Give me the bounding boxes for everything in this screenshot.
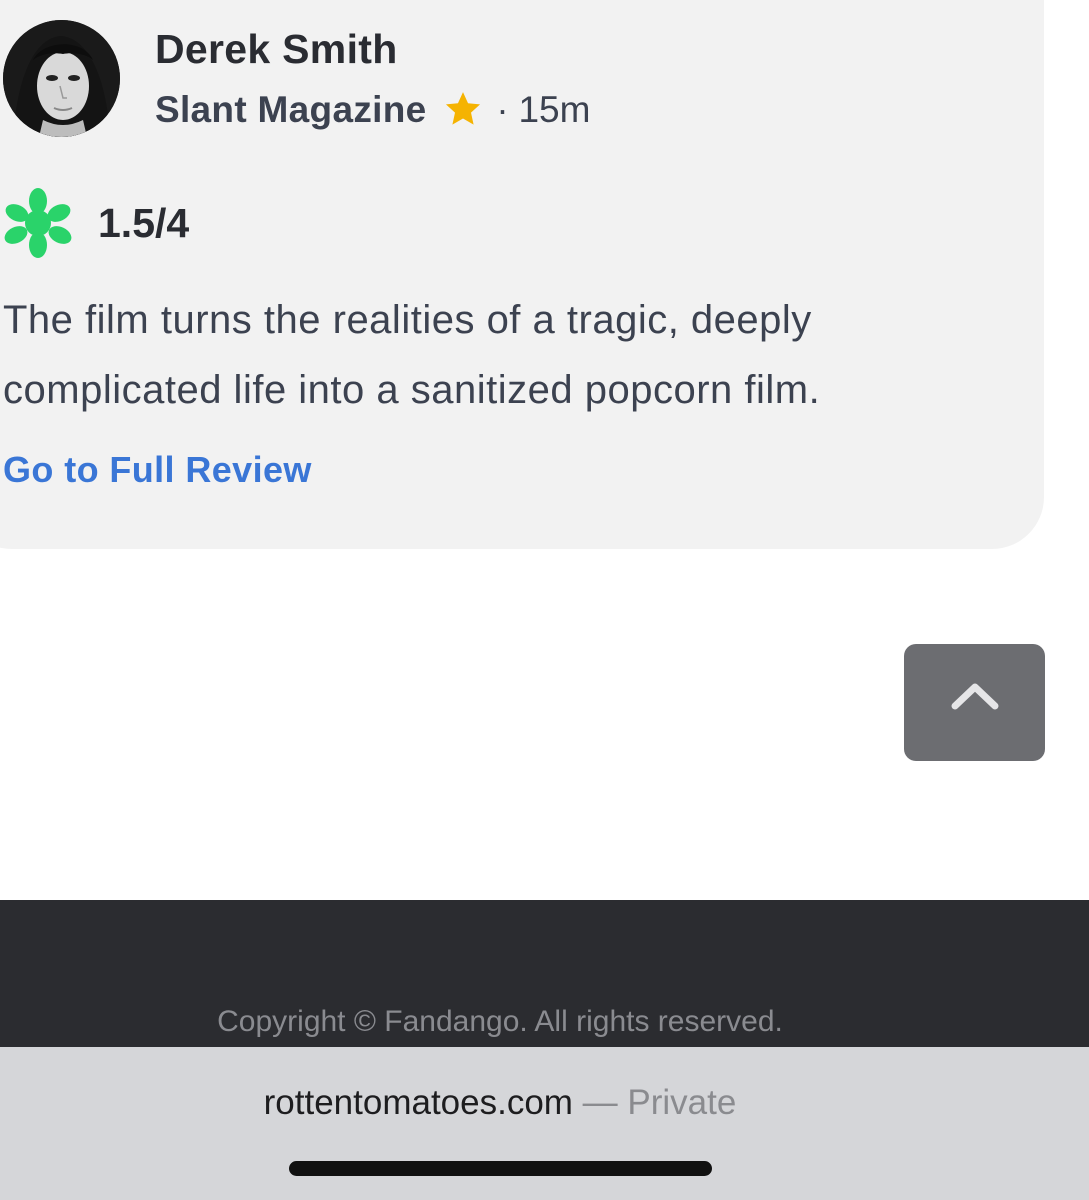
review-timestamp: 15m [518,89,591,130]
copyright-text: Copyright © Fandango. All rights reserve… [217,1005,783,1038]
private-mode-label: — Private [572,1083,737,1122]
url-domain: rottentomatoes.com [263,1083,573,1122]
site-footer: Copyright © Fandango. All rights reserve… [0,900,1089,1050]
back-to-top-button[interactable] [904,644,1045,761]
score-row: 1.5/4 [2,187,189,259]
publication-row: Slant Magazine · 15m [155,86,590,134]
critic-name[interactable]: Derek Smith [155,26,398,73]
review-quote: The film turns the realities of a tragic… [3,298,821,412]
chevron-up-icon [950,681,1000,711]
full-review-link[interactable]: Go to Full Review [3,449,312,491]
review-card: Derek Smith Slant Magazine · 15m 1.5/4 T… [0,0,1044,549]
star-icon [442,90,484,130]
browser-address-bar[interactable]: rottentomatoes.com — Private [0,1047,1089,1200]
publication-name[interactable]: Slant Magazine [155,89,426,131]
rotten-splat-icon [2,187,74,259]
url-display[interactable]: rottentomatoes.com — Private [0,1083,1000,1123]
critic-avatar[interactable] [3,20,120,137]
dot-separator: · [496,89,509,130]
review-score: 1.5/4 [98,199,190,246]
home-indicator[interactable] [289,1161,712,1176]
